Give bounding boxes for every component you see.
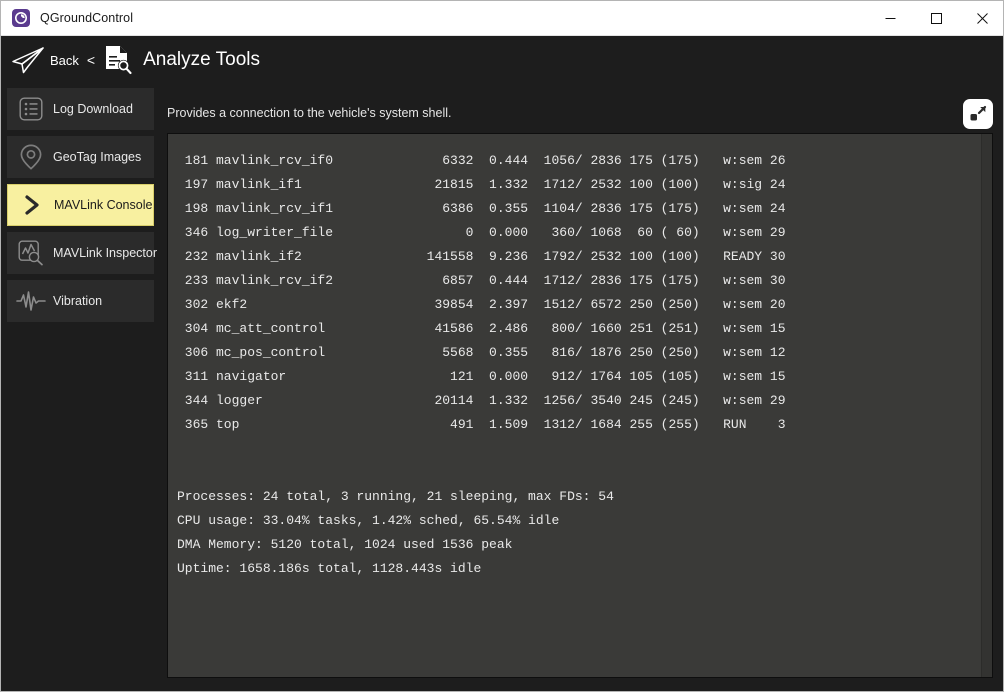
sidebar-item-mavlink-inspector[interactable]: MAVLink Inspector [7,232,157,274]
analyze-document-search-icon [102,44,134,76]
sidebar-item-label: MAVLink Inspector [53,246,157,260]
window-controls [867,1,1003,36]
popout-button[interactable] [963,99,993,129]
paper-plane-icon [9,45,47,75]
console-output-box[interactable]: 181 mavlink_rcv_if0 6332 0.444 1056/ 283… [167,133,993,678]
app-header: Back < Analyze Tools [1,36,1003,84]
list-lines-icon [11,88,51,130]
back-chevron-icon: < [86,52,96,68]
sidebar-item-log-download[interactable]: Log Download [7,88,154,130]
sidebar-item-vibration[interactable]: Vibration [7,280,154,322]
back-button[interactable]: Back < [9,38,99,82]
page-title: Analyze Tools [143,49,260,70]
minimize-button[interactable] [867,1,913,36]
sidebar-item-mavlink-console[interactable]: MAVLink Console [7,184,154,226]
window-titlebar: QGroundControl [1,1,1003,36]
console-description: Provides a connection to the vehicle's s… [167,106,452,120]
console-scrollbar[interactable] [981,134,992,677]
close-button[interactable] [959,1,1003,36]
sidebar-item-label: MAVLink Console [54,198,153,212]
analyze-sidebar: Log Download GeoTag Images MAVLink Conso… [7,88,157,328]
body-area: Log Download GeoTag Images MAVLink Conso… [1,84,1003,691]
close-icon [976,12,988,24]
chart-magnifier-icon [11,232,51,274]
sidebar-item-geotag-images[interactable]: GeoTag Images [7,136,154,178]
maximize-button[interactable] [913,1,959,36]
sidebar-item-label: Log Download [53,102,133,116]
popout-arrow-icon [970,105,987,121]
chevron-right-icon [12,184,52,226]
qgroundcontrol-logo-icon [12,9,30,27]
back-label: Back [50,52,79,68]
waveform-icon [11,280,51,322]
maximize-icon [930,12,942,24]
console-output-text: 181 mavlink_rcv_if0 6332 0.444 1056/ 283… [177,153,786,576]
qgroundcontrol-window: QGroundControl Back < Analyze Tools Log … [0,0,1004,692]
map-pin-icon [11,136,51,178]
sidebar-item-label: Vibration [53,294,103,308]
minimize-icon [885,17,895,19]
window-title: QGroundControl [40,11,134,25]
mavlink-console-panel: Provides a connection to the vehicle's s… [161,88,999,688]
sidebar-item-label: GeoTag Images [53,150,142,164]
